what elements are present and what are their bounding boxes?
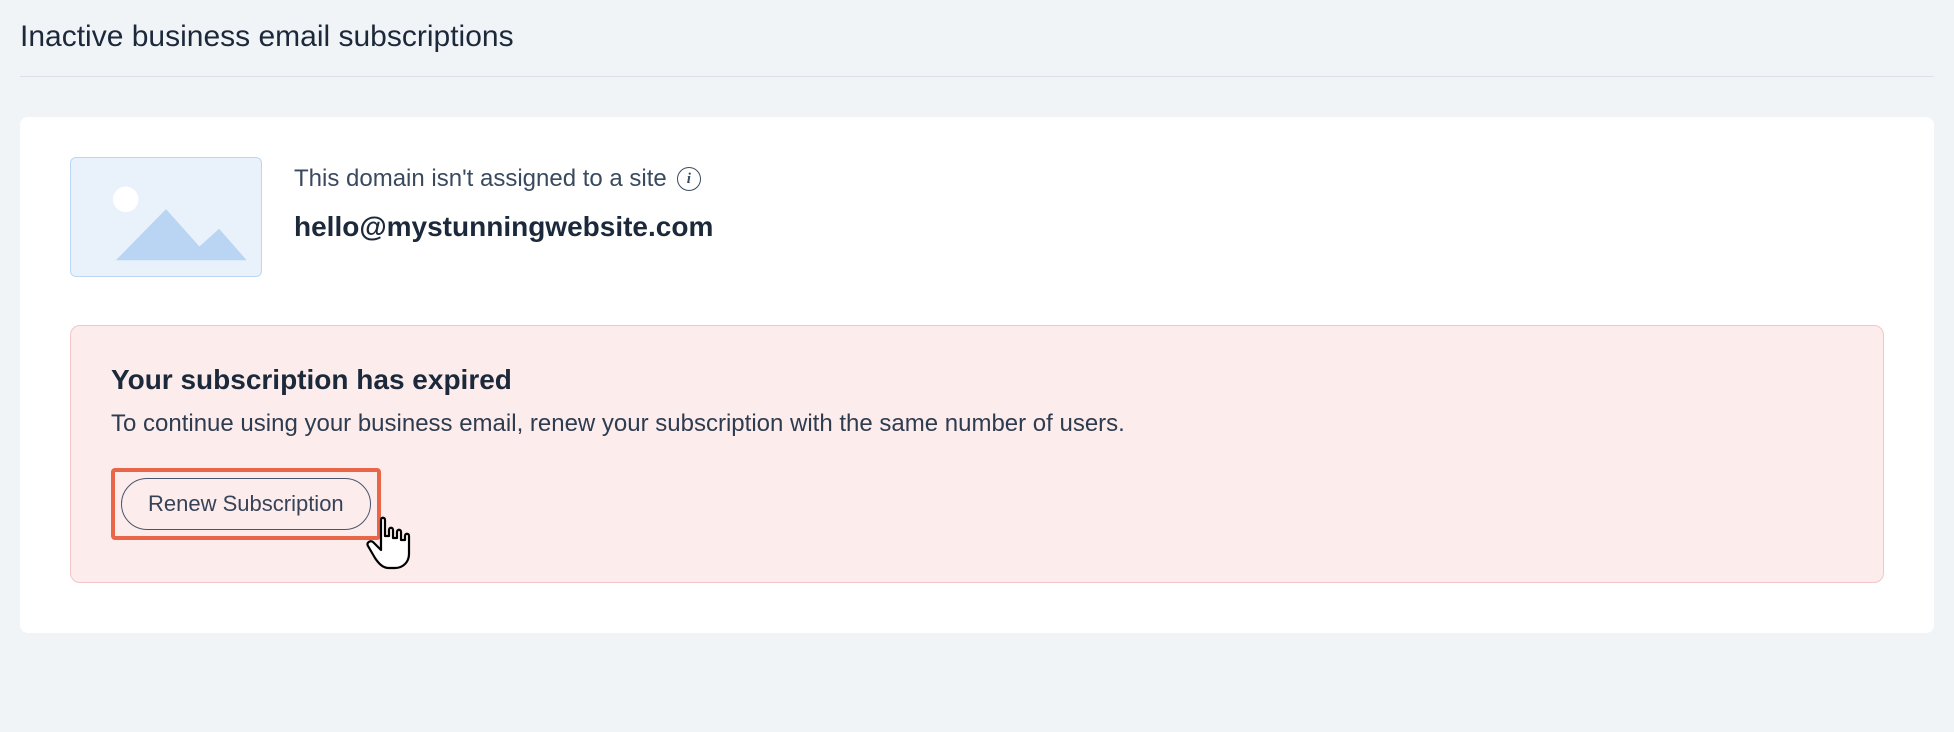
domain-not-assigned-row: This domain isn't assigned to a site i [294, 165, 713, 193]
domain-info: This domain isn't assigned to a site i h… [294, 157, 713, 243]
alert-title: Your subscription has expired [111, 364, 1843, 396]
page-title: Inactive business email subscriptions [20, 20, 1934, 77]
expired-alert: Your subscription has expired To continu… [70, 325, 1884, 583]
renew-subscription-button[interactable]: Renew Subscription [121, 478, 371, 530]
info-icon[interactable]: i [677, 167, 701, 191]
image-placeholder-icon [71, 158, 261, 276]
business-email-address: hello@mystunningwebsite.com [294, 211, 713, 243]
domain-row: This domain isn't assigned to a site i h… [70, 157, 1884, 277]
alert-description: To continue using your business email, r… [111, 410, 1843, 438]
renew-button-highlight: Renew Subscription [111, 468, 381, 540]
cursor-pointer-icon [363, 514, 413, 570]
subscription-card: This domain isn't assigned to a site i h… [20, 117, 1934, 633]
site-thumbnail-placeholder [70, 157, 262, 277]
domain-not-assigned-text: This domain isn't assigned to a site [294, 165, 667, 193]
